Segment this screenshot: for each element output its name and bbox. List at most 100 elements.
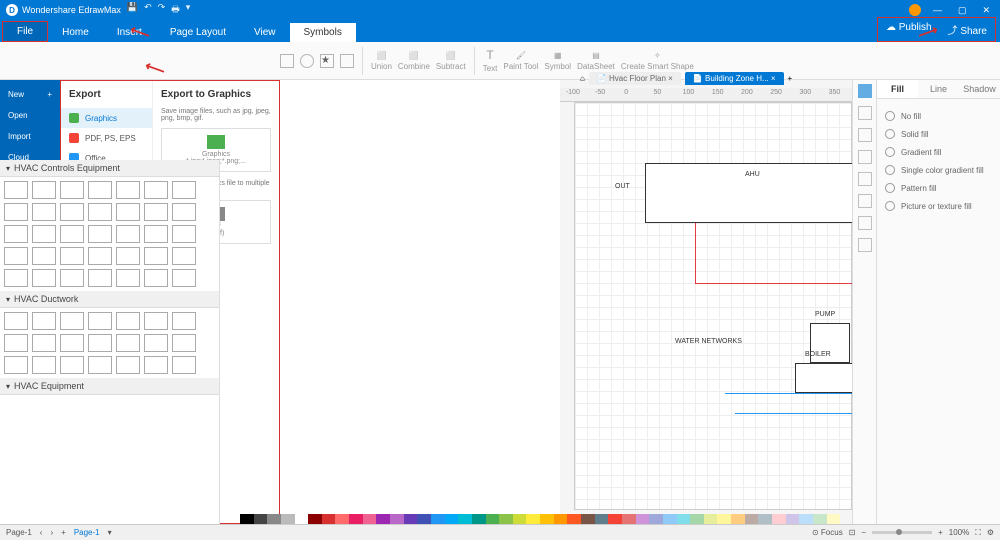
combine-button[interactable]: ⬜Combine — [398, 51, 430, 71]
stencil-shape[interactable] — [116, 269, 140, 287]
next-page-icon[interactable]: › — [50, 528, 53, 537]
export-pdf[interactable]: PDF, PS, EPS — [61, 128, 152, 148]
stencil-shape[interactable] — [116, 225, 140, 243]
fill-tab-shadow[interactable]: Shadow — [959, 80, 1000, 98]
stencil-shape[interactable] — [32, 225, 56, 243]
union-button[interactable]: ⬜Union — [371, 51, 392, 71]
stencil-shape[interactable] — [60, 225, 84, 243]
tab-file[interactable]: File — [2, 21, 48, 42]
color-swatch[interactable] — [690, 514, 704, 524]
stencil-shape[interactable] — [172, 334, 196, 352]
color-swatch[interactable] — [745, 514, 759, 524]
tool-fill-icon[interactable] — [858, 84, 872, 98]
stencil-shape[interactable] — [144, 356, 168, 374]
color-swatch[interactable] — [595, 514, 609, 524]
color-swatch[interactable] — [554, 514, 568, 524]
stencil-shape[interactable] — [4, 334, 28, 352]
stencil-shape[interactable] — [88, 334, 112, 352]
color-swatch[interactable] — [772, 514, 786, 524]
stencil-shape[interactable] — [88, 269, 112, 287]
tool-grid-icon[interactable] — [858, 106, 872, 120]
fill-tab-line[interactable]: Line — [918, 80, 959, 98]
color-swatch[interactable] — [254, 514, 268, 524]
add-page-icon[interactable]: + — [61, 528, 66, 537]
color-swatch[interactable] — [376, 514, 390, 524]
color-swatch[interactable] — [363, 514, 377, 524]
shape-line-icon[interactable] — [340, 54, 354, 68]
color-swatch[interactable] — [758, 514, 772, 524]
stencil-shape[interactable] — [116, 312, 140, 330]
stencil-shape[interactable] — [4, 247, 28, 265]
color-swatch[interactable] — [540, 514, 554, 524]
stencil-shape[interactable] — [144, 203, 168, 221]
boiler[interactable] — [795, 363, 855, 393]
color-swatch[interactable] — [240, 514, 254, 524]
file-import[interactable]: Import — [0, 126, 60, 147]
subtract-button[interactable]: ⬜Subtract — [436, 51, 466, 71]
stencil-shape[interactable] — [4, 312, 28, 330]
stencil-shape[interactable] — [116, 203, 140, 221]
fill-picture[interactable]: Picture or texture fill — [885, 197, 992, 215]
stencil-shape[interactable] — [32, 269, 56, 287]
stencil-shape[interactable] — [172, 356, 196, 374]
close-icon[interactable]: ✕ — [978, 5, 994, 16]
fit-icon[interactable]: ⊡ — [849, 528, 856, 537]
color-swatch[interactable] — [799, 514, 813, 524]
stencil-shape[interactable] — [172, 225, 196, 243]
color-swatch[interactable] — [813, 514, 827, 524]
stencil-shape[interactable] — [32, 356, 56, 374]
shape-star-icon[interactable]: ★ — [320, 54, 334, 68]
color-swatch[interactable] — [731, 514, 745, 524]
color-swatch[interactable] — [581, 514, 595, 524]
stencil-shape[interactable] — [88, 225, 112, 243]
doc-tab-2[interactable]: 📄 Building Zone H... × — [685, 72, 784, 85]
color-swatch[interactable] — [677, 514, 691, 524]
stencil-shape[interactable] — [32, 247, 56, 265]
color-swatch[interactable] — [472, 514, 486, 524]
color-swatch[interactable] — [390, 514, 404, 524]
color-swatch[interactable] — [295, 514, 309, 524]
stencil-shape[interactable] — [144, 181, 168, 199]
tool-more-icon[interactable] — [858, 238, 872, 252]
color-swatch[interactable] — [308, 514, 322, 524]
color-swatch[interactable] — [567, 514, 581, 524]
user-avatar[interactable] — [909, 4, 921, 16]
color-swatch[interactable] — [636, 514, 650, 524]
settings-icon[interactable]: ⚙ — [987, 528, 994, 537]
color-swatch[interactable] — [458, 514, 472, 524]
fill-gradient[interactable]: Gradient fill — [885, 143, 992, 161]
color-swatch[interactable] — [513, 514, 527, 524]
canvas[interactable]: OUT AHU AIR DUCTS BUILDING ZONE TU PUMP … — [574, 102, 852, 510]
stencil-shape[interactable] — [88, 312, 112, 330]
add-tab-icon[interactable]: + — [788, 74, 793, 83]
focus-mode[interactable]: ⊙ Focus — [812, 528, 843, 537]
doc-home-icon[interactable]: ⌂ — [580, 74, 585, 83]
maximize-icon[interactable]: ▢ — [954, 5, 971, 16]
stencil-shape[interactable] — [32, 312, 56, 330]
prev-page-icon[interactable]: ‹ — [40, 528, 43, 537]
color-swatch[interactable] — [335, 514, 349, 524]
color-swatch[interactable] — [445, 514, 459, 524]
stencil-shape[interactable] — [116, 181, 140, 199]
color-swatch[interactable] — [499, 514, 513, 524]
stencil-shape[interactable] — [144, 269, 168, 287]
stencil-shape[interactable] — [4, 356, 28, 374]
qat-undo-icon[interactable]: ↶ — [144, 2, 152, 18]
file-new[interactable]: New+ — [0, 84, 60, 105]
color-swatch[interactable] — [608, 514, 622, 524]
tool-shape-icon[interactable] — [858, 172, 872, 186]
tab-home[interactable]: Home — [48, 23, 103, 42]
stencil-shape[interactable] — [60, 356, 84, 374]
color-swatch[interactable] — [349, 514, 363, 524]
color-swatch[interactable] — [827, 514, 841, 524]
color-swatch[interactable] — [417, 514, 431, 524]
qat-more-icon[interactable]: ▾ — [186, 2, 191, 18]
color-swatch[interactable] — [704, 514, 718, 524]
tab-page-layout[interactable]: Page Layout — [156, 23, 240, 42]
color-swatch[interactable] — [431, 514, 445, 524]
panel-hvac-equip[interactable]: HVAC Equipment — [0, 378, 219, 395]
stencil-shape[interactable] — [116, 334, 140, 352]
stencil-shape[interactable] — [60, 181, 84, 199]
tool-focus-icon[interactable] — [858, 216, 872, 230]
stencil-shape[interactable] — [88, 247, 112, 265]
